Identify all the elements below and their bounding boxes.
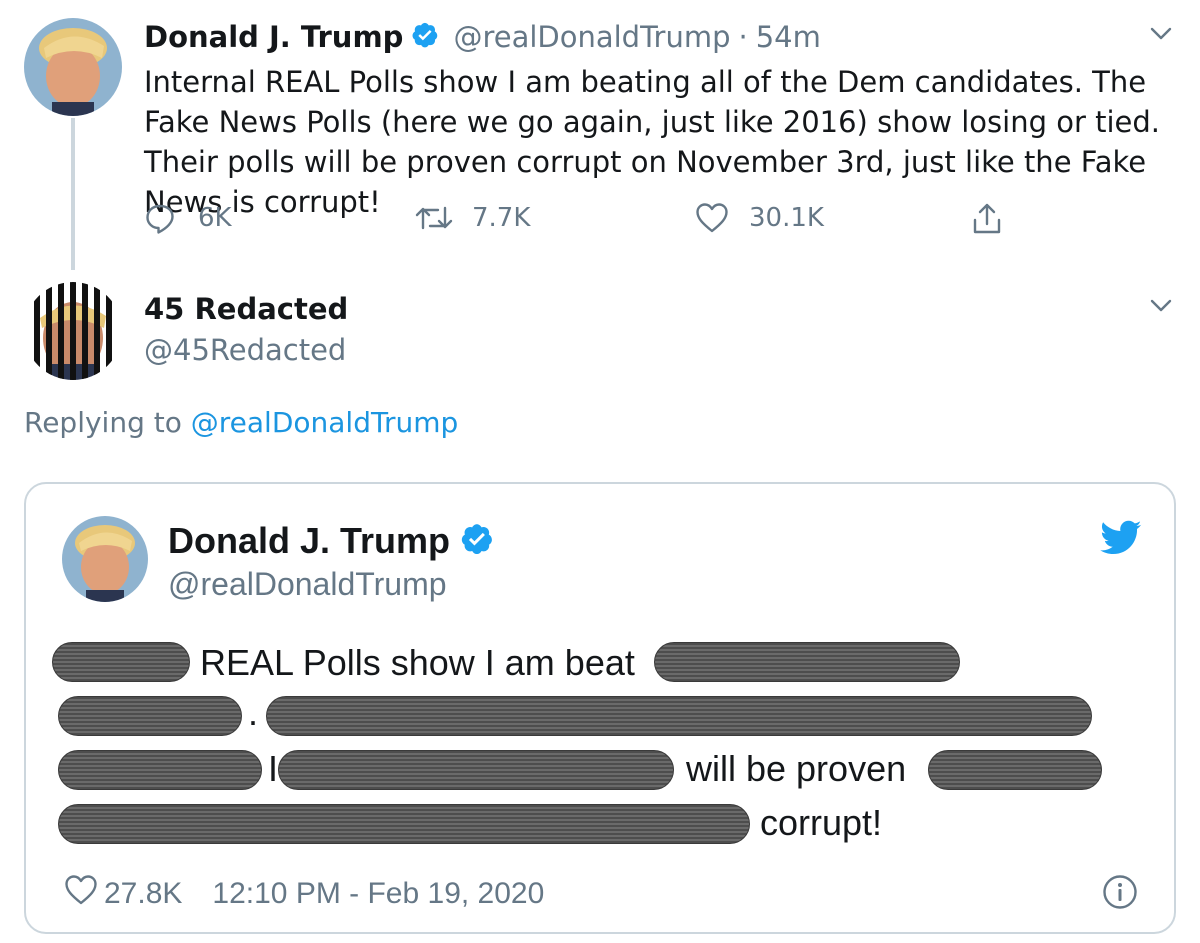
reply-icon <box>144 202 176 234</box>
heart-icon <box>695 202 729 234</box>
reply-author-name[interactable]: 45 Redacted <box>144 292 348 326</box>
redaction-bar <box>278 750 674 790</box>
retweet-count: 7.7K <box>472 203 531 233</box>
tweet-header: Donald J. Trump @realDonaldTrump · 54m <box>144 20 821 54</box>
embedded-footer: 27.8K 12:10 PM - Feb 19, 2020 <box>64 874 544 914</box>
embedded-header: Donald J. Trump <box>168 520 494 562</box>
tweet-time[interactable]: 54m <box>756 20 821 54</box>
verified-badge-icon <box>411 21 439 53</box>
info-icon <box>1102 874 1138 914</box>
embedded-fragment-5: corrupt! <box>760 802 883 843</box>
embedded-author-handle: @realDonaldTrump <box>168 566 447 602</box>
redaction-bar <box>58 696 242 736</box>
redaction-bar <box>266 696 1092 736</box>
reply-button[interactable]: 6K <box>144 202 232 234</box>
chevron-down-icon[interactable] <box>1148 292 1174 318</box>
tweet-text: Internal REAL Polls show I am beating al… <box>144 65 1161 219</box>
separator-dot: · <box>738 20 748 54</box>
chevron-down-icon[interactable] <box>1148 20 1174 46</box>
verified-badge-icon <box>460 522 494 560</box>
like-button[interactable]: 30.1K <box>695 202 824 234</box>
embedded-author-name: Donald J. Trump <box>168 520 451 561</box>
twitter-bird-icon <box>1100 520 1142 560</box>
embedded-fragment-4: will be proven <box>686 748 907 789</box>
redaction-bar <box>928 750 1102 790</box>
redaction-bar <box>654 642 960 682</box>
reply-avatar[interactable] <box>24 282 122 380</box>
retweet-icon <box>414 202 454 234</box>
reply-author-handle[interactable]: @45Redacted <box>144 333 346 367</box>
tweet-author-handle[interactable]: @realDonaldTrump <box>453 20 730 54</box>
tweet-author-name[interactable]: Donald J. Trump <box>144 20 403 54</box>
replying-prefix: Replying to <box>24 406 182 439</box>
replying-mention[interactable]: @realDonaldTrump <box>191 406 459 439</box>
embedded-like-count: 27.8K <box>104 877 183 910</box>
retweet-button[interactable]: 7.7K <box>414 202 530 234</box>
heart-icon <box>64 874 98 914</box>
tweet-avatar[interactable] <box>24 18 122 116</box>
embedded-fragment-3: I <box>268 748 279 789</box>
thread-line <box>71 118 75 270</box>
embedded-avatar <box>62 516 148 602</box>
embedded-tweet-card[interactable]: Donald J. Trump @realDonaldTrump REAL Po… <box>24 482 1176 934</box>
like-count: 30.1K <box>749 203 824 233</box>
reply-count: 6K <box>198 203 232 233</box>
redaction-bar <box>52 642 190 682</box>
embedded-timestamp: 12:10 PM - Feb 19, 2020 <box>212 877 545 910</box>
redaction-bar <box>58 804 750 844</box>
replying-to: Replying to @realDonaldTrump <box>24 406 458 439</box>
embedded-fragment-1: REAL Polls show I am beat <box>200 642 635 683</box>
embedded-fragment-2: . <box>248 692 259 733</box>
redaction-bar <box>58 750 262 790</box>
share-icon[interactable] <box>971 202 1003 240</box>
